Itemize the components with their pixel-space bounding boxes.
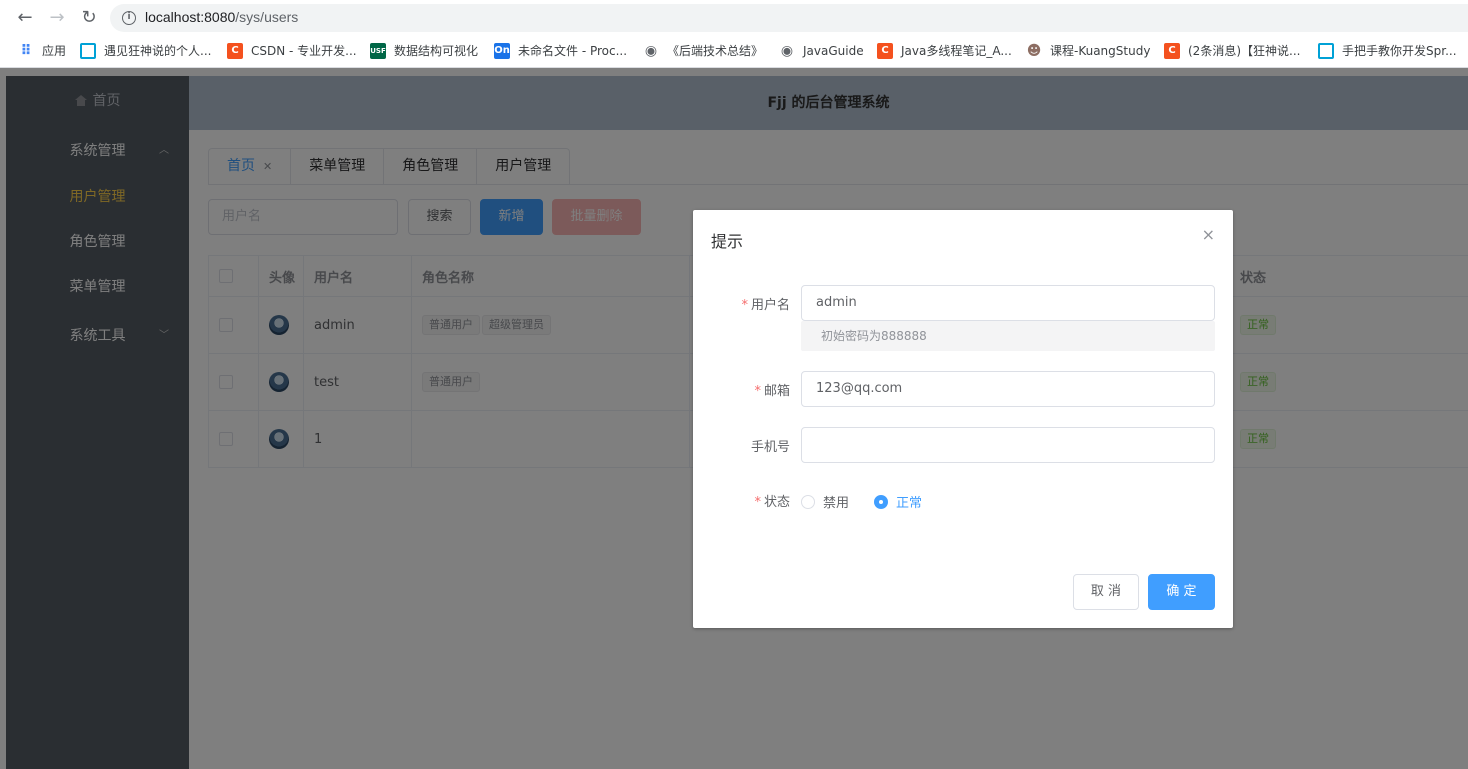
- forward-icon[interactable]: →: [46, 7, 68, 29]
- bookmarks-bar: ⠿ 应用 遇见狂神说的个人... C CSDN - 专业开发... USF 数据结构可视化 O…: [0, 38, 1468, 64]
- confirm-button[interactable]: 确 定: [1148, 574, 1215, 610]
- phone-label: 手机号: [750, 440, 790, 455]
- user-edit-dialog: 提示 × * 用户名 admin 初始密码为888888 * 邮箱 123@qq.c…: [693, 210, 1233, 628]
- status-label: * 状态: [754, 495, 790, 510]
- cancel-button[interactable]: 取 消: [1073, 574, 1139, 610]
- bookmark-item[interactable]: ◉ 《后端技术总结》: [643, 41, 763, 61]
- bookmark-label: 《后端技术总结》: [667, 44, 764, 58]
- bookmark-item[interactable]: ☻ 课程-KuangStudy: [1026, 41, 1151, 61]
- bookmark-label: 课程-KuangStudy: [1050, 44, 1151, 58]
- bilibili-icon: [1318, 43, 1334, 59]
- reload-icon[interactable]: ↻: [78, 7, 100, 29]
- info-icon[interactable]: i: [122, 11, 136, 25]
- globe-icon: ◉: [780, 43, 794, 59]
- csdn-icon: C: [227, 43, 243, 59]
- bookmark-label: 遇见狂神说的个人...: [104, 44, 212, 58]
- bookmark-item[interactable]: USF 数据结构可视化: [370, 41, 478, 61]
- back-icon[interactable]: ←: [14, 7, 36, 29]
- bookmark-label: 数据结构可视化: [394, 44, 479, 58]
- address-row: ← → ↻ i localhost:8080/sys/users: [0, 0, 1468, 36]
- bookmark-label: 未命名文件 - Proc...: [518, 44, 628, 58]
- bookmark-item[interactable]: ◉ JavaGuide: [779, 41, 864, 61]
- status-radio-disabled[interactable]: 禁用: [801, 492, 849, 511]
- bookmark-label: Java多线程笔记_A...: [901, 44, 1012, 58]
- browser-chrome: ← → ↻ i localhost:8080/sys/users ⠿ 应用 遇见狂神…: [0, 0, 1468, 68]
- phone-field[interactable]: [801, 427, 1215, 463]
- url-text[interactable]: localhost:8080/sys/users: [145, 9, 298, 25]
- bookmark-item[interactable]: On 未命名文件 - Proc...: [494, 41, 627, 61]
- bookmark-item[interactable]: C (2条消息)【狂神说...: [1164, 41, 1300, 61]
- processon-icon: On: [494, 43, 510, 59]
- address-bar[interactable]: i localhost:8080/sys/users: [110, 4, 1468, 32]
- bookmark-label: JavaGuide: [803, 44, 864, 58]
- bookmark-item[interactable]: C Java多线程笔记_A...: [877, 41, 1012, 61]
- status-radio-normal[interactable]: 正常: [874, 492, 922, 511]
- email-field[interactable]: 123@qq.com: [801, 371, 1215, 407]
- dialog-title: 提示: [711, 232, 744, 251]
- bookmark-label: 手把手教你开发Spr...: [1342, 44, 1457, 58]
- password-hint: 初始密码为888888: [801, 321, 1215, 351]
- csdn-icon: C: [1164, 43, 1180, 59]
- globe-icon: ◉: [644, 43, 658, 59]
- username-field[interactable]: admin: [801, 285, 1215, 321]
- apps-icon: ⠿: [20, 43, 32, 59]
- bookmark-item[interactable]: 遇见狂神说的个人...: [80, 41, 211, 61]
- close-icon[interactable]: ×: [1202, 226, 1215, 244]
- bookmark-item[interactable]: 手把手教你开发Spr...: [1318, 41, 1457, 61]
- csdn-icon: C: [877, 43, 893, 59]
- bookmark-item[interactable]: C CSDN - 专业开发...: [227, 41, 357, 61]
- username-label: * 用户名: [741, 298, 790, 313]
- bookmark-item[interactable]: ⠿ 应用: [18, 41, 66, 61]
- bookmark-label: CSDN - 专业开发...: [251, 44, 357, 58]
- kuang-icon: ☻: [1026, 43, 1042, 59]
- bilibili-icon: [80, 43, 96, 59]
- bookmark-label: (2条消息)【狂神说...: [1188, 44, 1301, 58]
- usf-icon: USF: [370, 43, 386, 59]
- email-label: * 邮箱: [754, 384, 790, 399]
- bookmark-label: 应用: [42, 44, 67, 58]
